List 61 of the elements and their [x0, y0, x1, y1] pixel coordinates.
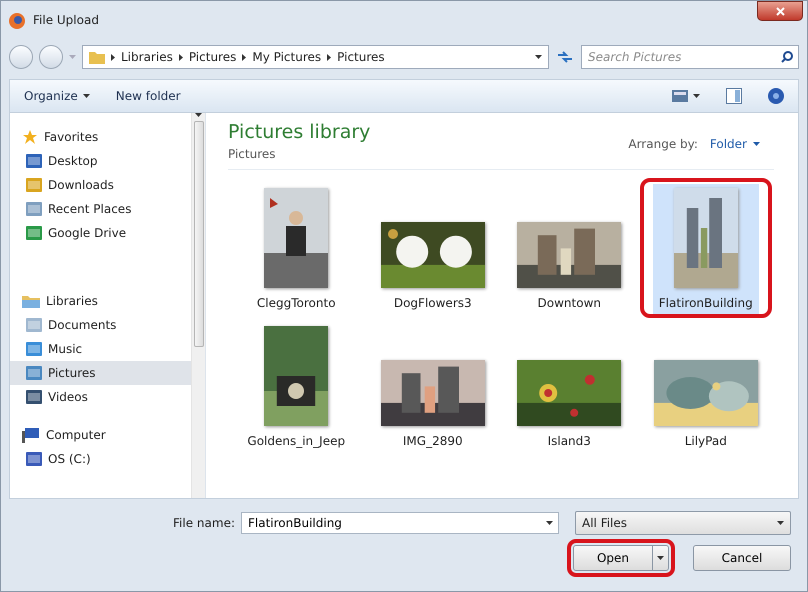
close-button[interactable]	[757, 1, 803, 21]
sidebar-item[interactable]: OS (C:)	[10, 447, 191, 471]
scroll-thumb[interactable]	[194, 121, 204, 347]
sidebar-group[interactable]: Favorites	[10, 125, 191, 149]
caret-icon	[546, 521, 553, 525]
file-tile[interactable]: Island3	[511, 322, 628, 452]
open-button[interactable]: Open	[573, 545, 669, 571]
sidebar-group[interactable]: Libraries	[10, 289, 191, 313]
library-subtitle: Pictures	[228, 147, 277, 161]
file-tile[interactable]: FlatironBuilding	[652, 184, 759, 314]
preview-pane-icon[interactable]	[726, 88, 742, 104]
sidebar-item[interactable]: Documents	[10, 313, 191, 337]
caret-icon	[693, 94, 700, 98]
forward-button[interactable]	[39, 45, 63, 69]
search-field[interactable]: Search Pictures	[581, 45, 799, 69]
sidebar-item[interactable]: Google Drive	[10, 221, 191, 245]
window-title: File Upload	[33, 13, 99, 27]
library-title: Pictures library	[228, 121, 370, 143]
new-folder-button[interactable]: New folder	[116, 89, 181, 103]
search-icon	[781, 51, 793, 63]
organize-button[interactable]: Organize	[24, 89, 90, 103]
back-button[interactable]	[9, 45, 33, 69]
caret-icon	[82, 94, 90, 98]
caret-icon	[535, 55, 542, 59]
file-name-label: File name:	[173, 516, 235, 530]
chevron-icon	[242, 54, 246, 60]
breadcrumb-item[interactable]: Pictures	[337, 50, 385, 64]
sidebar-group[interactable]: Computer	[10, 423, 191, 447]
sidebar-item[interactable]: Pictures	[10, 361, 191, 385]
star-icon	[22, 129, 38, 145]
arrange-link[interactable]: Folder	[710, 137, 760, 151]
file-tile[interactable]: LilyPad	[648, 322, 764, 452]
sidebar-item[interactable]: Music	[10, 337, 191, 361]
chevron-icon	[178, 54, 183, 60]
arrange-label: Arrange by:	[628, 137, 698, 151]
close-icon	[776, 6, 784, 16]
chevron-icon	[111, 54, 115, 60]
caret-icon	[69, 55, 76, 59]
address-bar[interactable]: Libraries Pictures My Pictures Pictures	[82, 45, 549, 69]
chevron-icon	[327, 54, 332, 60]
caret-icon	[657, 556, 664, 560]
sidebar-item[interactable]: Downloads	[10, 173, 191, 197]
cancel-button[interactable]: Cancel	[693, 545, 791, 571]
view-button[interactable]	[672, 90, 700, 102]
file-tile[interactable]: DogFlowers3	[374, 184, 491, 314]
caret-icon	[753, 142, 760, 146]
file-name-field[interactable]: FlatironBuilding	[241, 512, 559, 534]
file-type-select[interactable]: All Files	[575, 511, 791, 535]
sidebar-item[interactable]: Videos	[10, 385, 191, 409]
breadcrumb-item[interactable]: My Pictures	[252, 50, 322, 64]
breadcrumb-item[interactable]: Pictures	[188, 50, 236, 64]
sidebar-item[interactable]: Desktop	[10, 149, 191, 173]
file-tile[interactable]: CleggToronto	[250, 184, 342, 314]
scrollbar[interactable]	[191, 113, 205, 498]
file-tile[interactable]: Downtown	[511, 184, 628, 314]
file-tile[interactable]: IMG_2890	[374, 322, 491, 452]
breadcrumb-item[interactable]: Libraries	[121, 50, 173, 64]
sidebar-item[interactable]: Recent Places	[10, 197, 191, 221]
view-icon	[672, 90, 688, 102]
file-tile[interactable]: Goldens_in_Jeep	[241, 322, 352, 452]
caret-icon	[777, 521, 784, 525]
